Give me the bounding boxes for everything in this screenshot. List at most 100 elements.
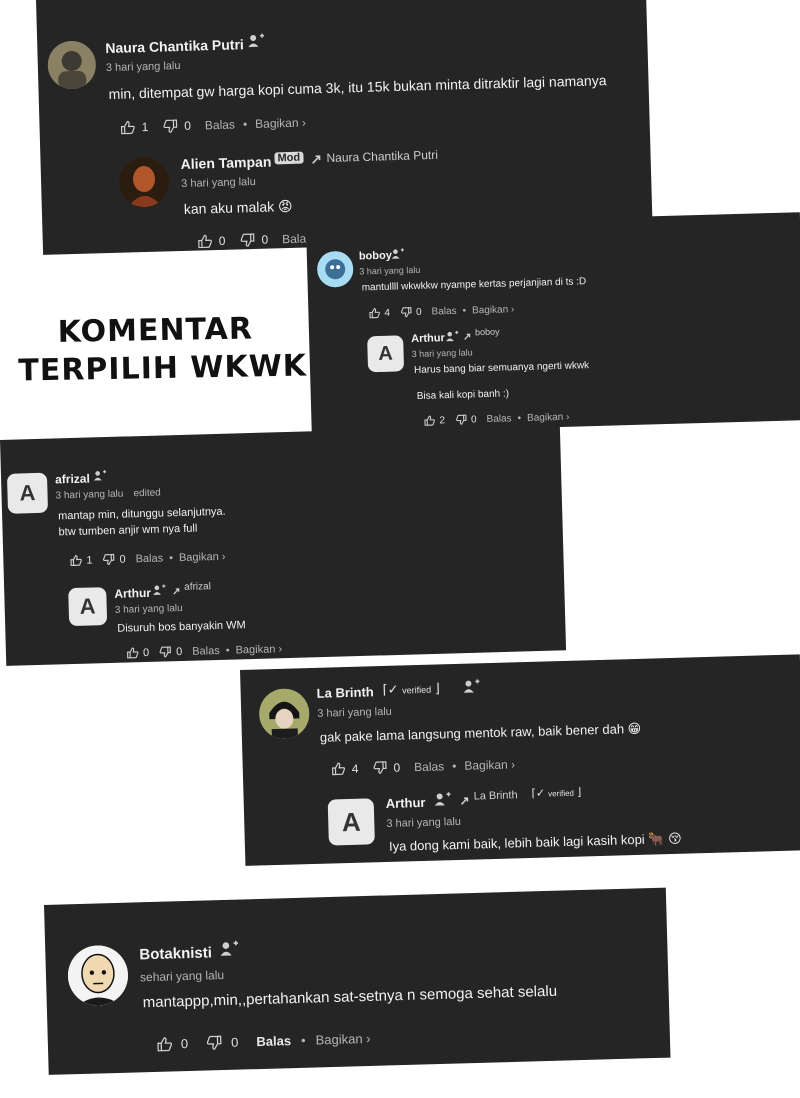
add-user-icon[interactable] <box>219 940 240 959</box>
comment-actions: 1 0 Balas • Bagikan › <box>119 115 306 136</box>
like-count: 0 <box>218 233 226 248</box>
reply-avatar[interactable]: A <box>68 587 108 627</box>
like-icon[interactable] <box>423 414 435 426</box>
reply-button[interactable]: Balas <box>431 305 456 317</box>
like-icon[interactable] <box>126 646 139 659</box>
add-user-icon[interactable] <box>445 328 459 346</box>
avatar-bald-hero-icon <box>67 944 129 1007</box>
dislike-icon[interactable] <box>206 1034 223 1052</box>
reply-author[interactable]: Alien Tampan <box>180 153 271 172</box>
dislike-count: 0 <box>415 306 422 318</box>
dislike-icon[interactable] <box>372 760 387 776</box>
comment-author[interactable]: afrizal <box>55 472 90 487</box>
add-user-icon[interactable] <box>93 467 107 485</box>
like-icon[interactable] <box>368 307 380 319</box>
like-count: 1 <box>141 119 149 135</box>
avatar[interactable] <box>258 688 310 740</box>
reply-button[interactable]: Balas <box>192 644 220 657</box>
separator-dot: • <box>517 412 522 424</box>
reply-avatar[interactable]: A <box>327 798 375 846</box>
reply-avatar[interactable]: A <box>367 335 405 373</box>
avatar[interactable] <box>67 944 129 1007</box>
share-button[interactable]: Bagikan › <box>472 304 515 316</box>
avatar[interactable]: A <box>6 472 49 514</box>
reply-to-name[interactable]: boboy <box>475 327 500 338</box>
separator-dot: • <box>300 1032 306 1048</box>
comment-time: 3 hari yang lalu <box>359 264 421 277</box>
reply-text: Iya dong kami baik, lebih baik lagi kasi… <box>388 830 682 854</box>
like-icon[interactable] <box>119 119 135 135</box>
comment-actions: 4 0 Balas • Bagikan › <box>331 756 516 776</box>
share-button[interactable]: Bagikan › <box>255 116 306 131</box>
share-button[interactable]: Bagikan › <box>315 1031 370 1048</box>
add-user-icon[interactable] <box>391 245 405 263</box>
reply-button[interactable]: Balas <box>135 552 163 565</box>
reply-button[interactable]: Balas <box>486 413 511 425</box>
like-count: 4 <box>384 307 391 319</box>
separator-dot: • <box>225 644 230 657</box>
comment-card-4: La Brinth ⌈✓ verified ⌋ 3 hari yang lalu… <box>240 654 800 866</box>
reply-button[interactable]: Balas <box>205 117 235 132</box>
reply-to-name[interactable]: La Brinth <box>473 789 517 802</box>
comment-text: mantap min, ditunggu selanjutnya. <box>57 505 226 523</box>
dislike-icon[interactable] <box>400 306 412 318</box>
comment-time: 3 hari yang lalu <box>317 705 393 720</box>
reply-author[interactable]: Arthur <box>114 586 151 601</box>
separator-dot: • <box>242 117 248 132</box>
reply-arrow-icon <box>459 792 471 810</box>
separator-dot: • <box>451 758 457 773</box>
share-button[interactable]: Bagikan › <box>527 411 570 423</box>
dislike-icon[interactable] <box>159 645 172 658</box>
reply-to-name[interactable]: afrizal <box>184 581 211 593</box>
comment-author[interactable]: Botaknisti <box>139 944 212 963</box>
reply-actions: 0 0 Balas • Bagikan › <box>126 642 282 659</box>
add-user-icon[interactable] <box>152 581 166 599</box>
dislike-icon[interactable] <box>239 232 255 248</box>
comment-author[interactable]: Naura Chantika Putri <box>105 36 244 56</box>
reply-avatar[interactable] <box>118 156 170 208</box>
dislike-icon[interactable] <box>162 118 178 134</box>
dislike-count: 0 <box>184 118 192 133</box>
like-icon[interactable] <box>331 761 346 777</box>
comment-text: gak pake lama langsung mentok raw, baik … <box>319 720 642 745</box>
reply-author[interactable]: Arthur <box>386 795 426 811</box>
share-button[interactable]: Bagikan › <box>179 550 226 563</box>
dislike-count: 0 <box>175 645 183 658</box>
dislike-count: 0 <box>230 1034 239 1050</box>
dislike-icon[interactable] <box>455 414 467 426</box>
add-user-icon[interactable] <box>247 32 265 50</box>
add-user-icon[interactable] <box>462 677 480 695</box>
dislike-count: 0 <box>119 553 126 566</box>
dislike-count: 0 <box>393 760 401 775</box>
add-user-icon[interactable] <box>433 790 451 808</box>
comment-author[interactable]: boboy <box>359 250 392 263</box>
comment-card-2: boboy 3 hari yang lalu mantullll wkwkkw … <box>306 212 800 434</box>
comment-actions: 4 0 Balas • Bagikan › <box>368 303 514 319</box>
like-icon[interactable] <box>197 233 213 249</box>
verified-label: verified <box>402 684 432 696</box>
avatar[interactable] <box>47 40 97 90</box>
like-count: 1 <box>86 553 93 567</box>
reply-author[interactable]: Arthur <box>411 332 445 345</box>
like-icon[interactable] <box>156 1035 173 1053</box>
dislike-icon[interactable] <box>102 553 115 566</box>
share-button[interactable]: Bagikan › <box>235 643 282 656</box>
avatar-anime-icon <box>258 688 310 740</box>
reply-button[interactable]: Balas <box>256 1033 291 1049</box>
like-count: 0 <box>142 646 150 659</box>
reply-to-name[interactable]: Naura Chantika Putri <box>326 148 438 165</box>
like-icon[interactable] <box>69 554 82 567</box>
dislike-count: 0 <box>470 413 477 425</box>
like-count: 4 <box>351 761 359 776</box>
reply-time: 3 hari yang lalu <box>114 602 183 616</box>
reply-text-line2: Bisa kali kopi banh :) <box>416 388 510 402</box>
avatar[interactable] <box>316 250 354 288</box>
reply-button[interactable]: Balas <box>414 759 444 774</box>
reply-time: 3 hari yang lalu <box>411 347 473 360</box>
avatar-photo-icon <box>47 40 97 90</box>
comment-author[interactable]: La Brinth <box>316 684 373 701</box>
share-button[interactable]: Bagikan › <box>464 757 515 772</box>
reply-text: kan aku malak 😡 <box>183 197 293 217</box>
reply-arrow-icon <box>463 327 473 345</box>
reply-arrow-icon <box>310 150 324 168</box>
